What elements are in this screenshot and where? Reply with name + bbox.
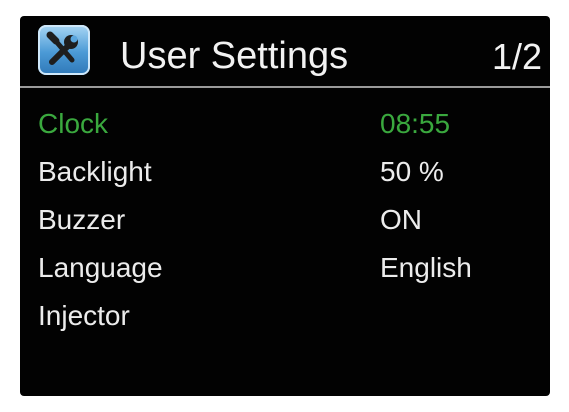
- setting-label: Buzzer: [38, 204, 126, 235]
- settings-list: Clock 08:55 Backlight 50 % Buzzer ON Lan…: [20, 102, 550, 342]
- page-title: User Settings: [120, 35, 349, 77]
- setting-label: Language: [38, 252, 163, 283]
- display-screen: User Settings 1/2 Clock 08:55 Backlight …: [20, 16, 550, 396]
- screen-header: User Settings 1/2: [20, 16, 550, 84]
- setting-value: 50 %: [380, 156, 444, 187]
- setting-label: Clock: [38, 108, 109, 139]
- setting-row-language[interactable]: Language English: [20, 246, 550, 294]
- setting-value: ON: [380, 204, 422, 235]
- setting-label: Injector: [38, 300, 130, 331]
- setting-row-clock[interactable]: Clock 08:55: [20, 102, 550, 150]
- header-divider: [20, 86, 550, 88]
- setting-row-injector[interactable]: Injector: [20, 294, 550, 342]
- setting-row-backlight[interactable]: Backlight 50 %: [20, 150, 550, 198]
- setting-value: 08:55: [380, 108, 451, 139]
- setting-value: English: [380, 252, 472, 283]
- tools-icon: [38, 25, 90, 75]
- device-frame: User Settings 1/2 Clock 08:55 Backlight …: [0, 0, 569, 412]
- page-indicator: 1/2: [491, 36, 542, 77]
- setting-row-buzzer[interactable]: Buzzer ON: [20, 198, 550, 246]
- setting-label: Backlight: [38, 156, 152, 187]
